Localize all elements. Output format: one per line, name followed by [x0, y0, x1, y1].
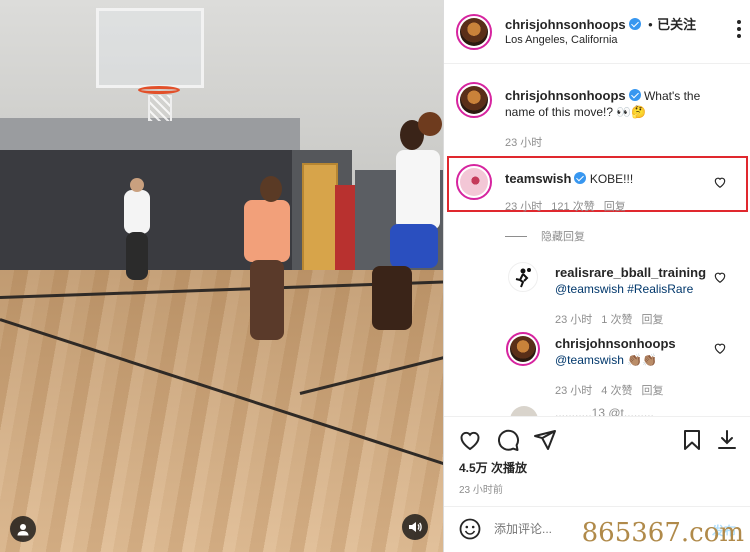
hide-replies-line [505, 235, 527, 237]
follow-status-button[interactable]: 已关注 [657, 17, 696, 32]
comment-meta: 23 小时 121 次赞 回复 [505, 198, 635, 214]
comment-likes[interactable]: 121 次赞 [551, 201, 594, 213]
reply-mention[interactable]: @teamswish [555, 353, 624, 367]
reply-time: 23 小时 [555, 385, 593, 397]
reply-avatar[interactable] [506, 332, 540, 366]
more-options-icon[interactable] [737, 20, 741, 38]
hide-replies-label: 隐藏回复 [541, 231, 585, 243]
reply-meta: 23 小时 4 次赞 回复 [555, 382, 672, 398]
verified-icon [574, 172, 587, 184]
author-avatar[interactable] [456, 14, 492, 50]
reply-avatar[interactable] [508, 262, 538, 292]
comment-text: KOBE!!! [589, 172, 634, 186]
comment-avatar[interactable] [456, 164, 492, 200]
view-count[interactable]: 4.5万 次播放 [459, 459, 527, 476]
player-shooter-legs [372, 266, 412, 330]
user-tag-button[interactable] [10, 516, 36, 542]
basketball-player-icon [515, 268, 531, 288]
caption-avatar[interactable] [456, 82, 492, 118]
player-background-head [130, 178, 144, 192]
player-background-legs [126, 232, 148, 280]
verified-icon [628, 89, 641, 101]
post-timestamp: 23 小时前 [459, 485, 503, 496]
hoop-rim [138, 86, 180, 94]
comment: teamswish KOBE!!! [505, 171, 633, 187]
watermark: 865367.com [581, 518, 744, 548]
post-header: chrisjohnsonhoops • 已关注 Los Angeles, Cal… [444, 0, 750, 64]
reply-username[interactable]: realisrare_bball_training [555, 265, 706, 281]
share-paper-plane-icon[interactable] [533, 428, 557, 452]
reply-likes[interactable]: 1 次赞 [601, 314, 632, 326]
header-separator: • [648, 17, 653, 32]
verified-icon [628, 18, 641, 30]
player-orange-legs [250, 260, 284, 340]
comment-reply-button[interactable]: 回复 [604, 201, 626, 213]
player-orange-shirt [244, 200, 290, 262]
reply: chrisjohnsonhoops @teamswish 👏🏽👏🏽 [555, 336, 676, 368]
sound-toggle-button[interactable] [402, 514, 428, 540]
download-icon[interactable] [715, 428, 739, 452]
emoji-smiley-icon[interactable] [458, 517, 482, 541]
player-background [124, 190, 150, 234]
author-line: chrisjohnsonhoops • 已关注 [505, 14, 696, 34]
reply-hashtag[interactable]: #RealisRare [627, 282, 693, 296]
author-username[interactable]: chrisjohnsonhoops [505, 17, 626, 32]
post-side-panel: chrisjohnsonhoops • 已关注 Los Angeles, Cal… [443, 0, 750, 552]
user-icon [17, 524, 29, 536]
comment-like-icon[interactable] [713, 175, 727, 189]
caption-username[interactable]: chrisjohnsonhoops [505, 88, 626, 103]
speaker-icon [409, 522, 422, 532]
caption: chrisjohnsonhoops What's the name of thi… [505, 88, 705, 120]
reply: realisrare_bball_training @teamswish #Re… [555, 265, 706, 297]
hide-replies-button[interactable]: 隐藏回复 [505, 228, 585, 244]
reply-like-icon[interactable] [713, 270, 727, 284]
wall-band [0, 118, 300, 152]
backboard [96, 8, 204, 88]
post-location[interactable]: Los Angeles, California [505, 34, 618, 46]
basketball [418, 112, 442, 136]
reply-reply-button[interactable]: 回复 [641, 385, 663, 397]
reply-emoji: 👏🏽👏🏽 [627, 353, 658, 367]
reply-reply-button[interactable]: 回复 [641, 314, 663, 326]
reply-username[interactable]: chrisjohnsonhoops [555, 336, 676, 352]
reply-likes[interactable]: 4 次赞 [601, 385, 632, 397]
post-video[interactable] [0, 0, 443, 552]
player-shooter-shorts [390, 224, 438, 268]
reply-avatar-image [510, 336, 536, 362]
like-heart-icon[interactable] [458, 428, 482, 452]
reply-like-icon[interactable] [713, 341, 727, 355]
comment-username[interactable]: teamswish [505, 171, 571, 186]
gym-door [302, 163, 338, 275]
reply-meta: 23 小时 1 次赞 回复 [555, 311, 672, 327]
player-shooter-shirt [396, 150, 440, 230]
hoop-net [148, 95, 172, 121]
save-bookmark-icon[interactable] [680, 428, 704, 452]
caption-avatar-image [460, 86, 488, 114]
reply-time: 23 小时 [555, 314, 593, 326]
player-orange-head [260, 176, 282, 202]
author-avatar-image [460, 18, 488, 46]
comment-avatar-image [460, 168, 488, 196]
caption-time: 23 小时 [505, 137, 543, 149]
reply-mention[interactable]: @teamswish [555, 282, 624, 296]
comment-time: 23 小时 [505, 201, 543, 213]
comment-bubble-icon[interactable] [496, 428, 520, 452]
